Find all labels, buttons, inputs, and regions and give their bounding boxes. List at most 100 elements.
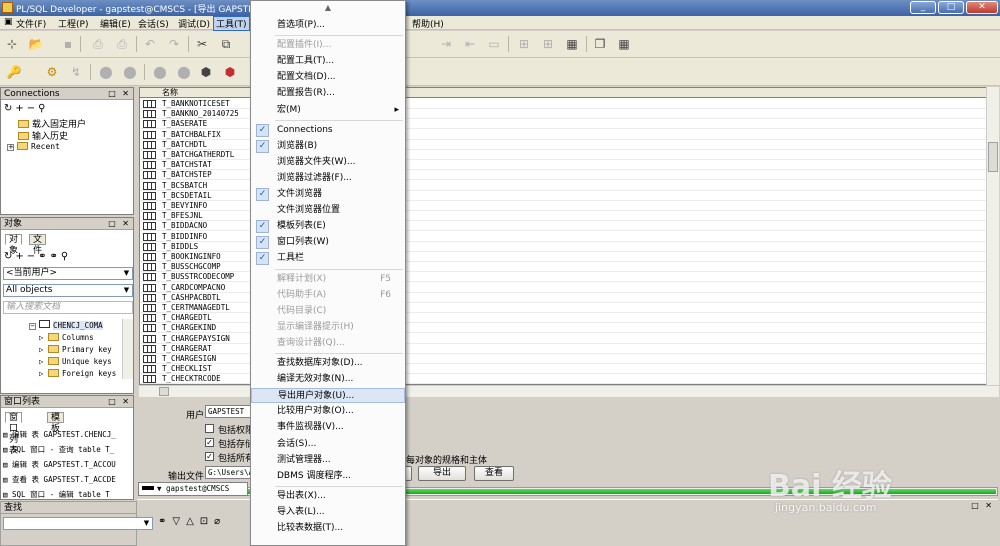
list-item[interactable]: + Recent <box>7 142 60 152</box>
menu-item[interactable]: 查询设计器(Q)... <box>251 336 405 351</box>
menu-item[interactable]: 测试管理器... <box>251 453 405 468</box>
object-filter-select[interactable]: All objects ▼ <box>3 284 133 297</box>
menu-session[interactable]: 会话(S) <box>136 17 171 30</box>
menu-item[interactable]: 编译无效对象(N)... <box>251 372 405 387</box>
expand-icon[interactable]: ▷ <box>39 369 48 378</box>
include-privileges-checkbox[interactable] <box>205 424 214 433</box>
menu-item[interactable]: 代码目录(C) <box>251 304 405 319</box>
expand-icon[interactable]: ▷ <box>39 345 48 354</box>
close-button[interactable]: ✕ <box>966 1 998 14</box>
panel-controls[interactable]: □ ✕ <box>971 501 994 510</box>
print-icon[interactable]: ⎙ <box>90 36 106 52</box>
panel-controls[interactable]: □ ✕ <box>108 88 131 100</box>
minimize-button[interactable]: _ <box>910 1 936 14</box>
cut-icon[interactable]: ✂ <box>194 36 210 52</box>
list-item[interactable]: ▤ SQL 窗口 - 编辑 table T <box>3 489 110 500</box>
query-builder-icon[interactable]: ⊞ <box>540 36 556 52</box>
collapse-icon[interactable]: − <box>29 323 36 330</box>
scrollbar-thumb[interactable] <box>159 387 169 396</box>
list-item[interactable]: ▤ 编辑 表 GAPSTEST.CHENCJ_ <box>3 429 116 440</box>
menu-item[interactable]: 代码助手(A) F6 <box>251 288 405 303</box>
open-icon[interactable]: 📂 <box>28 36 44 52</box>
list-item[interactable]: ▤ 编辑 表 GAPSTEST.T_ACCOU <box>3 459 116 470</box>
menu-project[interactable]: 工程(P) <box>56 17 90 30</box>
list-item[interactable]: 输入历史 <box>18 129 68 142</box>
include-all-checkbox[interactable]: ✓ <box>205 452 214 461</box>
menu-item[interactable]: 查找数据库对象(D)... <box>251 356 405 371</box>
include-storage-checkbox[interactable]: ✓ <box>205 438 214 447</box>
scrollbar-thumb[interactable] <box>988 142 998 172</box>
print-preview-icon[interactable]: ⎙ <box>114 36 130 52</box>
menu-item[interactable]: 比较用户对象(O)... <box>251 404 405 419</box>
menu-item[interactable]: ✓ 模板列表(E) <box>251 219 405 234</box>
scroll-up-icon[interactable]: ▲ <box>251 1 405 15</box>
find-input[interactable]: ▼ <box>3 517 153 530</box>
tab-files[interactable]: 文件 <box>29 234 47 256</box>
find-toolbar[interactable]: ⚭▽△⊡⌀ <box>158 516 226 527</box>
view-button[interactable]: 查看 <box>474 466 514 481</box>
menu-item[interactable]: ✓ Connections <box>251 123 405 138</box>
cascade-windows-icon[interactable]: ❐ <box>592 36 608 52</box>
database-icon[interactable]: ⬢ <box>198 64 214 80</box>
connection-selector[interactable]: ▼ gapstest@CMSCS <box>138 482 248 496</box>
execute-icon[interactable]: ⚙ <box>44 64 60 80</box>
menu-item[interactable]: 文件浏览器位置 <box>251 203 405 218</box>
tile-windows-icon[interactable]: ▦ <box>616 36 632 52</box>
menu-item[interactable]: 宏(M) ▸ <box>251 103 405 118</box>
database-delete-icon[interactable]: ⬢ <box>222 64 238 80</box>
tree-root[interactable]: − CHENCJ_COMA <box>29 320 103 330</box>
menu-item[interactable]: 显示编译器提示(H) <box>251 320 405 335</box>
menu-item[interactable]: 解释计划(X) F5 <box>251 272 405 287</box>
copy-icon[interactable]: ⧉ <box>218 36 234 52</box>
menu-item[interactable]: 首选项(P)... <box>251 18 405 33</box>
redo-icon[interactable]: ↷ <box>166 36 182 52</box>
list-item[interactable]: ▤ SQL 窗口 - 查询 table T_ <box>3 444 114 455</box>
menu-app-icon[interactable]: ▣ <box>2 17 15 27</box>
expand-icon[interactable]: ▷ <box>39 357 48 366</box>
key-icon[interactable]: 🔑 <box>6 64 22 80</box>
export-button[interactable]: 导出 <box>418 466 466 481</box>
menu-help[interactable]: 帮助(H) <box>410 17 446 30</box>
connections-toolbar[interactable]: ↻+−⚲ <box>4 103 48 114</box>
expand-icon[interactable]: + <box>7 144 14 151</box>
menu-edit[interactable]: 编辑(E) <box>98 17 133 30</box>
tab-objects[interactable]: 对象 <box>5 234 23 256</box>
menu-item[interactable]: 导入表(L)... <box>251 505 405 520</box>
panel-controls[interactable]: □ ✕ <box>108 396 131 408</box>
menu-item[interactable]: 浏览器过滤器(F)... <box>251 171 405 186</box>
expand-icon[interactable]: ▷ <box>39 333 48 342</box>
save-icon[interactable]: ▪ <box>60 36 76 52</box>
tree-item[interactable]: ▷ Columns <box>39 333 94 342</box>
search-input[interactable]: 输入搜索文档 <box>3 301 133 314</box>
menu-tools[interactable]: 工具(T) <box>213 16 250 31</box>
comment-icon[interactable]: ▭ <box>486 36 502 52</box>
maximize-button[interactable]: □ <box>938 1 964 14</box>
vertical-scrollbar[interactable] <box>986 87 999 385</box>
list-item[interactable]: ▤ 查看 表 GAPSTEST.T_ACCDE <box>3 474 116 485</box>
objects-toolbar[interactable]: ↻+−⚭⚭⚲ <box>4 251 71 262</box>
menu-item[interactable]: 导出用户对象(U)... <box>251 388 405 404</box>
menu-item[interactable]: ✓ 窗口列表(W) <box>251 235 405 250</box>
menu-item[interactable]: 事件监视器(V)... <box>251 420 405 435</box>
outdent-icon[interactable]: ⇤ <box>462 36 478 52</box>
tree-item[interactable]: ▷ Primary key <box>39 345 112 354</box>
menu-item[interactable]: 配置插件(I)... <box>251 38 405 53</box>
menu-debug[interactable]: 调试(D) <box>176 17 212 30</box>
menu-item[interactable]: ✓ 文件浏览器 <box>251 187 405 202</box>
tree-item[interactable]: ▷ Foreign keys <box>39 369 116 378</box>
tab-templates[interactable]: 模板 <box>47 412 65 434</box>
menu-item[interactable]: 配置工具(T)... <box>251 54 405 69</box>
menu-item[interactable]: 导出表(X)... <box>251 489 405 504</box>
rollback-icon[interactable]: ⬤ <box>122 64 138 80</box>
log-on-icon[interactable]: ⬤ <box>152 64 168 80</box>
commit-icon[interactable]: ⬤ <box>98 64 114 80</box>
menu-file[interactable]: 文件(F) <box>14 17 48 30</box>
indent-icon[interactable]: ⇥ <box>438 36 454 52</box>
menu-item[interactable]: 配置文档(D)... <box>251 70 405 85</box>
break-icon[interactable]: ↯ <box>68 64 84 80</box>
menu-item[interactable]: 浏览器文件夹(W)... <box>251 155 405 170</box>
undo-icon[interactable]: ↶ <box>142 36 158 52</box>
reports-icon[interactable]: ▦ <box>564 36 580 52</box>
new-icon[interactable]: ⊹ <box>4 36 20 52</box>
log-off-icon[interactable]: ⬤ <box>176 64 192 80</box>
